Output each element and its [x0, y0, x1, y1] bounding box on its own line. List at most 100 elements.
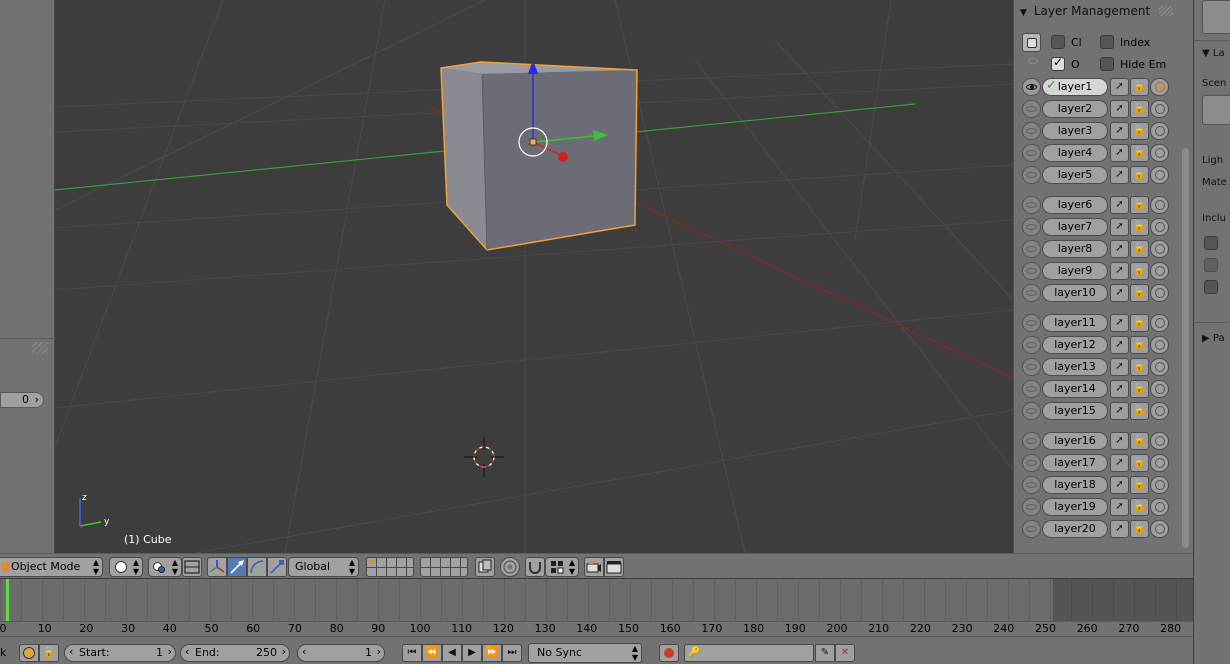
layer-name-field[interactable]: layer11	[1042, 314, 1108, 332]
layer-group-icon[interactable]	[1022, 33, 1041, 52]
layer-name-field[interactable]: layer9	[1042, 262, 1108, 280]
render-toggle-button[interactable]	[1150, 100, 1169, 118]
shelf-number-field[interactable]: 0	[0, 392, 44, 408]
visibility-eye-icon[interactable]	[1022, 454, 1041, 472]
lock-layer-button[interactable]: 🔓	[1130, 314, 1149, 332]
play-reverse-button[interactable]: ◀	[442, 644, 462, 662]
frame-ruler[interactable]: 0 10 20 30 40 50 60 70 80 90 100 110 120 130 140 150 160…	[0, 621, 1193, 636]
lock-layer-button[interactable]: 🔓	[1130, 78, 1149, 96]
lock-layer-button[interactable]: 🔓	[1130, 380, 1149, 398]
select-objects-button[interactable]: ➚	[1110, 498, 1129, 516]
render-toggle-button[interactable]	[1150, 432, 1169, 450]
scene-layer-grid[interactable]	[1202, 95, 1230, 125]
lock-layer-button[interactable]: 🔓	[1130, 196, 1149, 214]
jump-start-button[interactable]: ⏮	[402, 644, 422, 662]
lock-layer-button[interactable]: 🔓	[1130, 432, 1149, 450]
end-frame-field[interactable]: End: 250	[180, 644, 290, 662]
region-resize-grip[interactable]	[32, 342, 48, 354]
visibility-eye-icon[interactable]	[1022, 358, 1041, 376]
select-objects-button[interactable]: ➚	[1110, 314, 1129, 332]
layer-name-field[interactable]: layer12	[1042, 336, 1108, 354]
render-toggle-button[interactable]	[1150, 218, 1169, 236]
render-toggle-button[interactable]	[1150, 498, 1169, 516]
scene-layers-grid-2[interactable]	[420, 557, 468, 577]
select-objects-button[interactable]: ➚	[1110, 402, 1129, 420]
include-checkbox-2[interactable]	[1204, 258, 1218, 272]
layer-row[interactable]: layer7 ➚ 🔓	[1021, 217, 1169, 237]
panel-scrollbar[interactable]	[1182, 148, 1189, 548]
select-objects-button[interactable]: ➚	[1110, 380, 1129, 398]
layer-row[interactable]: layer8 ➚ 🔓	[1021, 239, 1169, 259]
snap-element-selector[interactable]: ▲ ▼	[545, 557, 579, 577]
select-objects-button[interactable]: ➚	[1110, 336, 1129, 354]
lock-layer-button[interactable]: 🔓	[1130, 358, 1149, 376]
layer-row[interactable]: layer3 ➚ 🔓	[1021, 121, 1169, 141]
layer-row[interactable]: layer14 ➚ 🔓	[1021, 379, 1169, 399]
render-toggle-button[interactable]	[1150, 284, 1169, 302]
keying-set-field[interactable]: 🔑	[684, 644, 814, 662]
layer-row[interactable]: layer4 ➚ 🔓	[1021, 143, 1169, 163]
layer-row[interactable]: layer20 ➚ 🔓	[1021, 519, 1169, 539]
layer-name-field[interactable]: layer20	[1042, 520, 1108, 538]
scale-manipulator-button[interactable]	[267, 557, 287, 577]
visibility-eye-icon[interactable]	[1022, 380, 1041, 398]
layer-name-field[interactable]: layer16	[1042, 432, 1108, 450]
layer-row[interactable]: ✓ layer1 ➚ 🔓	[1021, 77, 1169, 97]
render-toggle-button[interactable]	[1150, 520, 1169, 538]
select-objects-button[interactable]: ➚	[1110, 262, 1129, 280]
layer-row[interactable]: layer12 ➚ 🔓	[1021, 335, 1169, 355]
layer-name-field[interactable]: layer10	[1042, 284, 1108, 302]
render-toggle-button[interactable]	[1150, 166, 1169, 184]
render-toggle-button[interactable]	[1150, 262, 1169, 280]
opengl-animation-button[interactable]	[604, 557, 624, 577]
layers-panel-header[interactable]: ▼ La	[1202, 48, 1225, 59]
layer-name-field[interactable]: layer5	[1042, 166, 1108, 184]
visibility-eye-icon[interactable]	[1022, 262, 1041, 280]
lock-layer-button[interactable]: 🔓	[1130, 262, 1149, 280]
insert-keyframe-button[interactable]: ✎	[815, 644, 835, 662]
cl-checkbox[interactable]	[1051, 35, 1065, 49]
layer-row[interactable]: layer11 ➚ 🔓	[1021, 313, 1169, 333]
lock-layer-button[interactable]: 🔓	[1130, 498, 1149, 516]
keying-clock-button[interactable]	[19, 644, 39, 662]
select-objects-button[interactable]: ➚	[1110, 432, 1129, 450]
select-objects-button[interactable]: ➚	[1110, 166, 1129, 184]
select-objects-button[interactable]: ➚	[1110, 358, 1129, 376]
layer-name-field[interactable]: layer19	[1042, 498, 1108, 516]
layer-row[interactable]: layer10 ➚ 🔓	[1021, 283, 1169, 303]
delete-keyframe-button[interactable]: ✕	[835, 644, 855, 662]
render-toggle-button[interactable]	[1150, 402, 1169, 420]
render-toggle-button[interactable]	[1150, 358, 1169, 376]
3d-cursor[interactable]	[464, 437, 504, 477]
layer-row[interactable]: layer16 ➚ 🔓	[1021, 431, 1169, 451]
layer-name-field[interactable]: layer8	[1042, 240, 1108, 258]
timeline-area[interactable]	[0, 579, 1193, 621]
opengl-render-button[interactable]	[584, 557, 604, 577]
layer-row[interactable]: layer6 ➚ 🔓	[1021, 195, 1169, 215]
layer-row[interactable]: layer15 ➚ 🔓	[1021, 401, 1169, 421]
translate-manipulator-button[interactable]	[227, 557, 247, 577]
layer-name-field[interactable]: layer18	[1042, 476, 1108, 494]
layer-name-field[interactable]: ✓ layer1	[1042, 78, 1108, 96]
visibility-eye-icon[interactable]	[1022, 476, 1041, 494]
panel-drag-grip[interactable]	[1159, 6, 1173, 16]
current-frame-field[interactable]: 1	[297, 644, 385, 662]
visibility-eye-icon[interactable]	[1022, 314, 1041, 332]
orientation-selector[interactable]: Global ▲ ▼	[288, 557, 359, 577]
select-objects-button[interactable]: ➚	[1110, 144, 1129, 162]
visibility-eye-icon[interactable]	[1022, 432, 1041, 450]
lock-layer-button[interactable]: 🔓	[1130, 520, 1149, 538]
render-toggle-button[interactable]	[1150, 476, 1169, 494]
layer-row[interactable]: layer19 ➚ 🔓	[1021, 497, 1169, 517]
visibility-eye-icon[interactable]	[1022, 196, 1041, 214]
layer-name-field[interactable]: layer4	[1042, 144, 1108, 162]
lock-layer-button[interactable]: 🔓	[1130, 218, 1149, 236]
rotate-manipulator-button[interactable]	[247, 557, 267, 577]
select-objects-button[interactable]: ➚	[1110, 240, 1129, 258]
lock-range-button[interactable]: 🔒	[39, 644, 59, 662]
play-button[interactable]: ▶	[462, 644, 482, 662]
hide-empty-checkbox[interactable]	[1100, 57, 1114, 71]
render-toggle-button[interactable]	[1150, 78, 1169, 96]
select-objects-button[interactable]: ➚	[1110, 284, 1129, 302]
lock-layer-button[interactable]: 🔓	[1130, 100, 1149, 118]
